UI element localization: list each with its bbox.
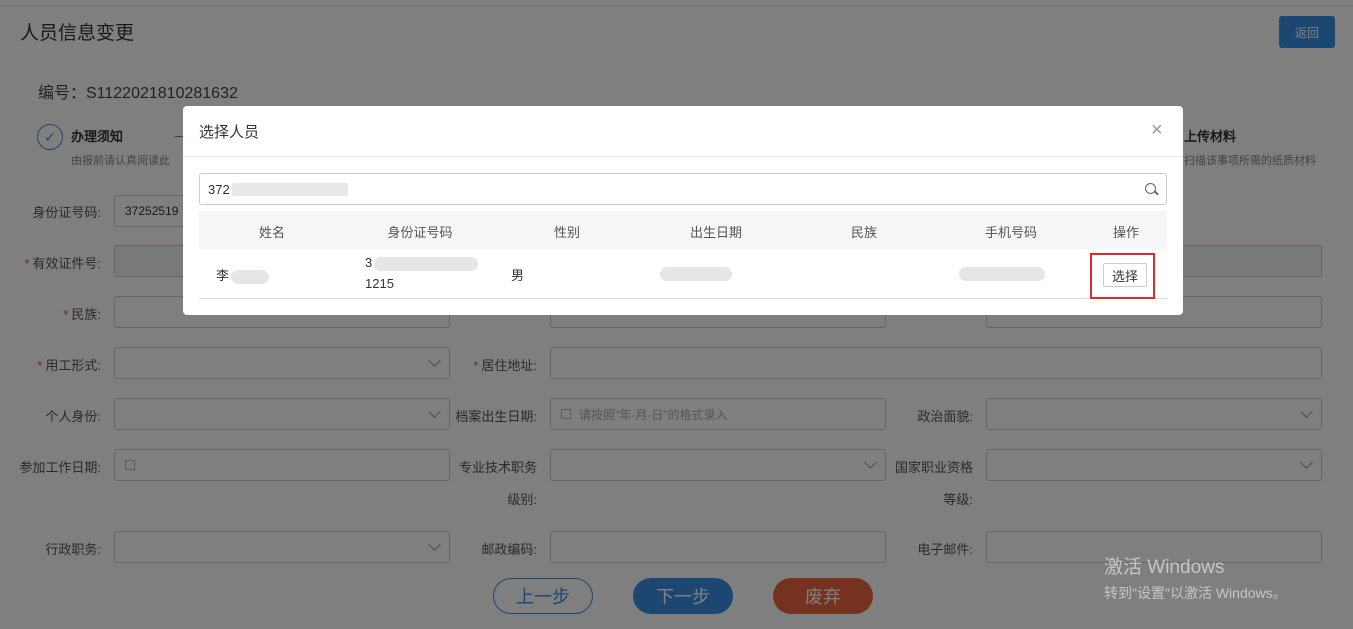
search-value: 372 [208, 181, 230, 197]
cell-phone [959, 265, 1045, 281]
person-table: 姓名 身份证号码 性别 出生日期 民族 手机号码 操作 李 3 1215 男 选… [199, 211, 1167, 299]
search-input[interactable]: 372 [199, 173, 1167, 205]
cell-id-line-2: 1215 [365, 276, 394, 291]
dialog-title: 选择人员 [199, 124, 260, 141]
column-header: 出生日期 [689, 225, 743, 240]
watermark-line-1: 激活 Windows [1104, 557, 1225, 578]
table-row: 李 3 1215 男 选择 [199, 249, 1167, 299]
cell-birth [660, 265, 732, 281]
redaction-mask [660, 266, 732, 281]
cell-name: 李 [216, 265, 270, 284]
column-header: 操作 [1112, 225, 1140, 240]
select-person-button[interactable]: 选择 [1103, 263, 1147, 287]
search-icon[interactable] [1145, 183, 1156, 194]
column-header: 手机号码 [984, 225, 1038, 240]
cell-gender: 男 [511, 268, 525, 283]
table-header: 姓名 身份证号码 性别 出生日期 民族 手机号码 操作 [199, 211, 1167, 249]
redaction-mask [374, 256, 479, 271]
cell-id-line-1: 3 [365, 255, 479, 271]
column-header: 民族 [850, 225, 878, 240]
select-person-dialog: 选择人员 × 372 姓名 身份证号码 性别 出生日期 民族 手机号码 操作 李… [183, 106, 1183, 315]
column-header: 身份证号码 [387, 225, 453, 240]
watermark-line-2: 转到"设置"以激活 Windows。 [1104, 585, 1287, 601]
redaction-mask [231, 182, 348, 196]
redaction-mask [959, 266, 1045, 281]
dialog-divider [183, 156, 1183, 157]
column-header: 性别 [553, 225, 581, 240]
redaction-mask [231, 269, 270, 284]
column-header: 姓名 [258, 225, 286, 240]
close-icon[interactable]: × [1151, 120, 1163, 140]
windows-activation-watermark: 激活 Windows 转到"设置"以激活 Windows。 [1104, 552, 1287, 603]
